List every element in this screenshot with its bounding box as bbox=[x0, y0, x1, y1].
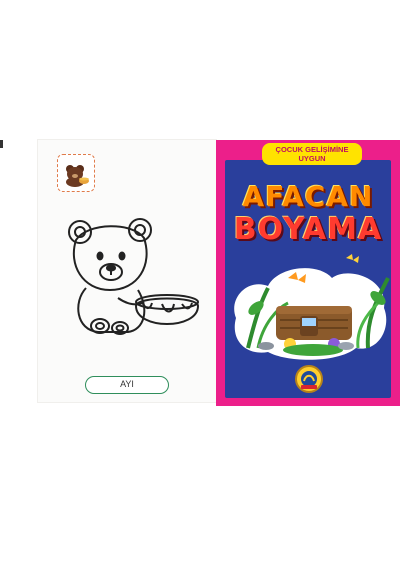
bear-thumbnail-icon bbox=[57, 154, 95, 192]
page-label: AYI bbox=[85, 376, 169, 394]
publisher-logo-icon bbox=[295, 365, 323, 393]
bear-outline-icon bbox=[68, 218, 200, 335]
cover-title-line2: BOYAMA bbox=[233, 212, 383, 247]
garden-scene-icon bbox=[234, 254, 390, 360]
tagline-line2: UYGUN bbox=[298, 154, 326, 163]
book-cover: ÇOCUK GELİŞİMİNE UYGUN AFACAN BOYAMA bbox=[216, 140, 400, 406]
coloring-page: AYI bbox=[38, 140, 216, 402]
scan-edge-mark bbox=[0, 140, 3, 148]
cover-title-line1: AFACAN bbox=[242, 180, 374, 213]
tagline-line1: ÇOCUK GELİŞİMİNE bbox=[275, 145, 349, 154]
photo-scene: AYI ÇOCUK GELİŞİMİNE UYGUN AFACAN BOYAMA bbox=[0, 0, 400, 570]
cover-tagline: ÇOCUK GELİŞİMİNE UYGUN bbox=[262, 143, 362, 165]
